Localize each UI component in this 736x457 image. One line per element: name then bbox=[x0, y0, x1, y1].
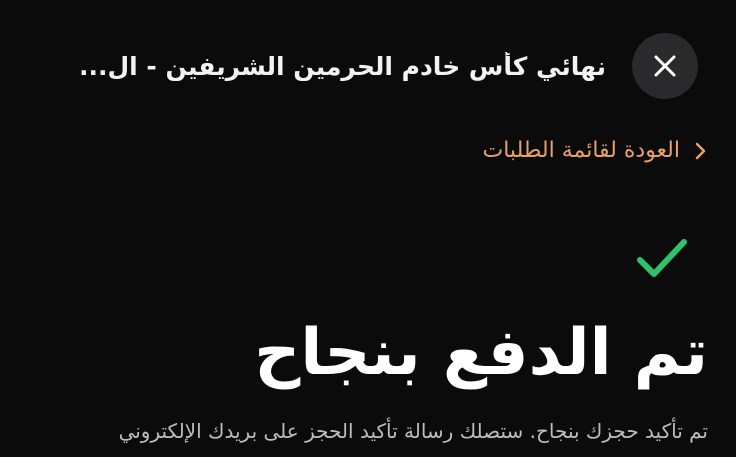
close-icon bbox=[654, 55, 676, 77]
chevron-right-icon bbox=[694, 141, 706, 161]
back-to-orders-link[interactable]: العودة لقائمة الطلبات bbox=[483, 138, 706, 163]
confirmation-message: تم تأكيد حجزك بنجاح. ستصلك رسالة تأكيد ا… bbox=[118, 419, 708, 443]
header: نهائي كأس خادم الحرمين الشريفين - ال... bbox=[20, 33, 698, 99]
checkmark-icon bbox=[637, 239, 687, 277]
close-button[interactable] bbox=[632, 33, 698, 99]
page-title: نهائي كأس خادم الحرمين الشريفين - ال... bbox=[78, 51, 606, 81]
back-link-label: العودة لقائمة الطلبات bbox=[482, 138, 680, 163]
payment-success-title: تم الدفع بنجاح bbox=[254, 316, 708, 390]
